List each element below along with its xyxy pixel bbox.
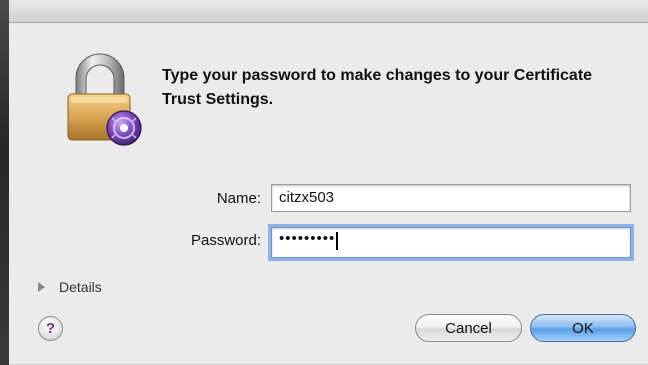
dialog-titlebar xyxy=(9,0,648,23)
ok-button-label: OK xyxy=(572,319,594,337)
background-window-edge xyxy=(0,0,9,365)
question-mark-icon: ? xyxy=(45,320,56,337)
dialog-message: Type your password to make changes to yo… xyxy=(162,67,593,108)
details-label: Details xyxy=(59,279,102,295)
screen: Type your password to make changes to yo… xyxy=(0,0,648,365)
cancel-button-label: Cancel xyxy=(445,319,492,337)
password-label: Password: xyxy=(190,232,261,249)
name-field[interactable]: citzx503 xyxy=(271,184,631,212)
name-value: citzx503 xyxy=(279,189,335,206)
help-button[interactable]: ? xyxy=(38,316,63,341)
authentication-dialog: Type your password to make changes to yo… xyxy=(9,0,648,365)
name-label: Name: xyxy=(216,190,261,207)
ok-button[interactable]: OK xyxy=(530,314,636,342)
cancel-button[interactable]: Cancel xyxy=(415,314,522,342)
details-disclosure[interactable]: Details xyxy=(38,278,102,296)
disclosure-triangle-icon[interactable] xyxy=(38,282,45,292)
lock-icon xyxy=(67,53,142,146)
text-caret xyxy=(336,232,339,251)
password-mask: ••••••••• xyxy=(279,230,336,247)
password-field[interactable]: ••••••••• xyxy=(271,227,631,258)
